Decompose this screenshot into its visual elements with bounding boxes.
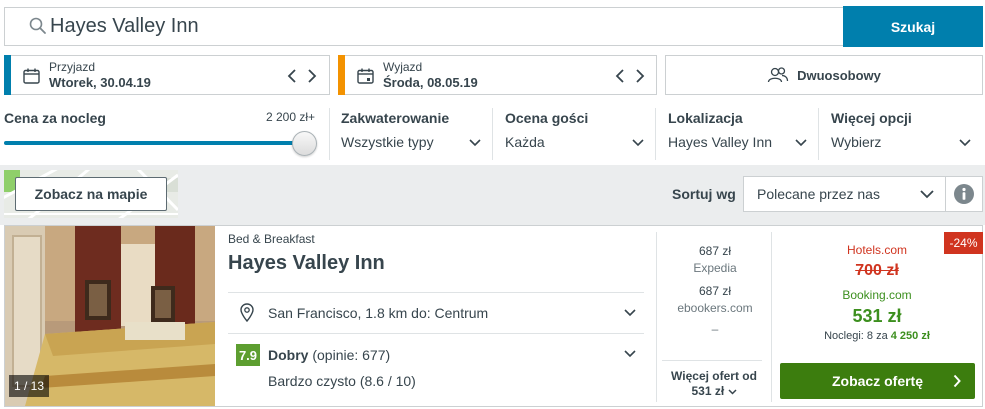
filter-divider xyxy=(492,108,493,160)
more-offers-price: 531 zł xyxy=(691,384,725,398)
checkout-color-bar xyxy=(338,55,345,95)
hotel-type: Bed & Breakfast xyxy=(228,232,315,246)
hotel-name[interactable]: Hayes Valley Inn xyxy=(228,252,385,275)
price-filter-title: Cena za nocleg xyxy=(4,110,106,126)
deal-price: 531 zł xyxy=(852,306,902,326)
chevron-right-icon xyxy=(953,374,961,388)
room-type-label: Dwuosobowy xyxy=(797,67,881,83)
filter-divider xyxy=(655,108,656,160)
info-icon xyxy=(954,184,974,204)
accommodation-filter-value[interactable]: Wszystkie typy xyxy=(341,134,434,150)
rating-filter-title: Ocena gości xyxy=(505,110,589,126)
sort-value: Polecane przez nas xyxy=(757,186,880,202)
chevron-down-icon[interactable] xyxy=(624,350,636,358)
filter-divider xyxy=(818,108,819,160)
room-type-selector[interactable]: Dwuosobowy xyxy=(665,55,983,95)
deal-provider: Booking.com xyxy=(842,288,912,302)
checkout-date-picker[interactable]: Wyjazd Środa, 08.05.19 xyxy=(338,55,657,95)
offer-price: 687 zł xyxy=(698,244,732,258)
more-offers-button[interactable]: Więcej ofert od 531 zł xyxy=(657,369,771,399)
photo-counter: 1 / 13 xyxy=(9,375,49,397)
chevron-down-icon[interactable] xyxy=(469,139,481,147)
chevron-left-icon[interactable] xyxy=(287,69,297,83)
rating-summary[interactable]: Dobry (opinie: 677) xyxy=(268,347,390,363)
rating-count: (opinie: 677) xyxy=(312,347,391,363)
price-slider-track[interactable] xyxy=(4,141,308,145)
checkin-value: Wtorek, 30.04.19 xyxy=(49,75,151,90)
more-options-filter-value[interactable]: Wybierz xyxy=(831,134,881,150)
offer-provider: Expedia xyxy=(693,261,737,275)
calendar-icon xyxy=(357,68,374,84)
rating-word: Dobry xyxy=(268,347,309,363)
sort-label: Sortuj wg xyxy=(672,186,736,202)
guests-icon xyxy=(767,67,789,83)
total-price: 4 250 zł xyxy=(890,330,930,342)
column-divider xyxy=(771,232,772,402)
chevron-down-icon[interactable] xyxy=(795,139,807,147)
sort-dropdown[interactable]: Polecane przez nas xyxy=(743,176,946,212)
show-map-button[interactable]: Zobacz na mapie xyxy=(15,177,167,211)
old-price: 700 zł xyxy=(855,262,899,279)
nights-text: Noclegi: 8 za xyxy=(824,330,888,342)
chevron-down-icon xyxy=(920,190,934,199)
filter-divider xyxy=(329,108,330,160)
rating-score-badge: 7.9 xyxy=(236,344,260,366)
view-offer-label: Zobacz ofertę xyxy=(831,373,923,389)
location-filter-value[interactable]: Hayes Valley Inn xyxy=(668,134,772,150)
calendar-icon xyxy=(23,68,40,84)
offer-placeholder: – xyxy=(711,322,719,336)
chevron-down-icon[interactable] xyxy=(632,139,644,147)
offer-price: 687 zł xyxy=(698,284,732,298)
search-button[interactable]: Szukaj xyxy=(843,6,983,47)
checkout-label: Wyjazd xyxy=(383,60,423,74)
rating-detail: Bardzo czysto (8.6 / 10) xyxy=(268,373,416,389)
sort-info-button[interactable] xyxy=(946,176,983,212)
hotel-location[interactable]: San Francisco, 1.8 km do: Centrum xyxy=(268,305,488,321)
chevron-down-icon[interactable] xyxy=(624,309,636,317)
search-input[interactable] xyxy=(50,7,830,46)
nights-total: Noclegi: 8 za 4 250 zł xyxy=(780,330,974,342)
chevron-right-icon[interactable] xyxy=(307,69,317,83)
chevron-down-icon xyxy=(727,389,737,395)
rating-filter-value[interactable]: Każda xyxy=(505,134,545,150)
chevron-left-icon[interactable] xyxy=(615,69,625,83)
checkout-value: Środa, 08.05.19 xyxy=(383,75,478,90)
more-options-filter-title: Więcej opcji xyxy=(831,110,912,126)
checkin-date-picker[interactable]: Przyjazd Wtorek, 30.04.19 xyxy=(4,55,330,95)
location-filter-title: Lokalizacja xyxy=(668,110,743,126)
accommodation-filter-title: Zakwaterowanie xyxy=(341,110,450,126)
divider xyxy=(228,333,644,334)
price-max-label: 2 200 zł+ xyxy=(266,110,316,124)
checkin-color-bar xyxy=(4,55,11,95)
more-offers-label: Więcej ofert od xyxy=(671,369,757,383)
chevron-right-icon[interactable] xyxy=(635,69,645,83)
offer-item[interactable]: 687 zł ebookers.com xyxy=(662,284,768,315)
offer-item[interactable]: 687 zł Expedia xyxy=(662,244,768,275)
divider xyxy=(228,292,644,293)
checkin-label: Przyjazd xyxy=(49,60,96,74)
divider xyxy=(662,360,762,361)
price-slider-handle[interactable] xyxy=(292,131,317,156)
location-pin-icon xyxy=(240,303,254,322)
old-price-provider: Hotels.com xyxy=(846,243,908,257)
search-icon xyxy=(29,17,46,34)
chevron-down-icon[interactable] xyxy=(959,139,971,147)
offer-provider: ebookers.com xyxy=(677,301,753,315)
view-offer-button[interactable]: Zobacz ofertę xyxy=(780,363,975,399)
